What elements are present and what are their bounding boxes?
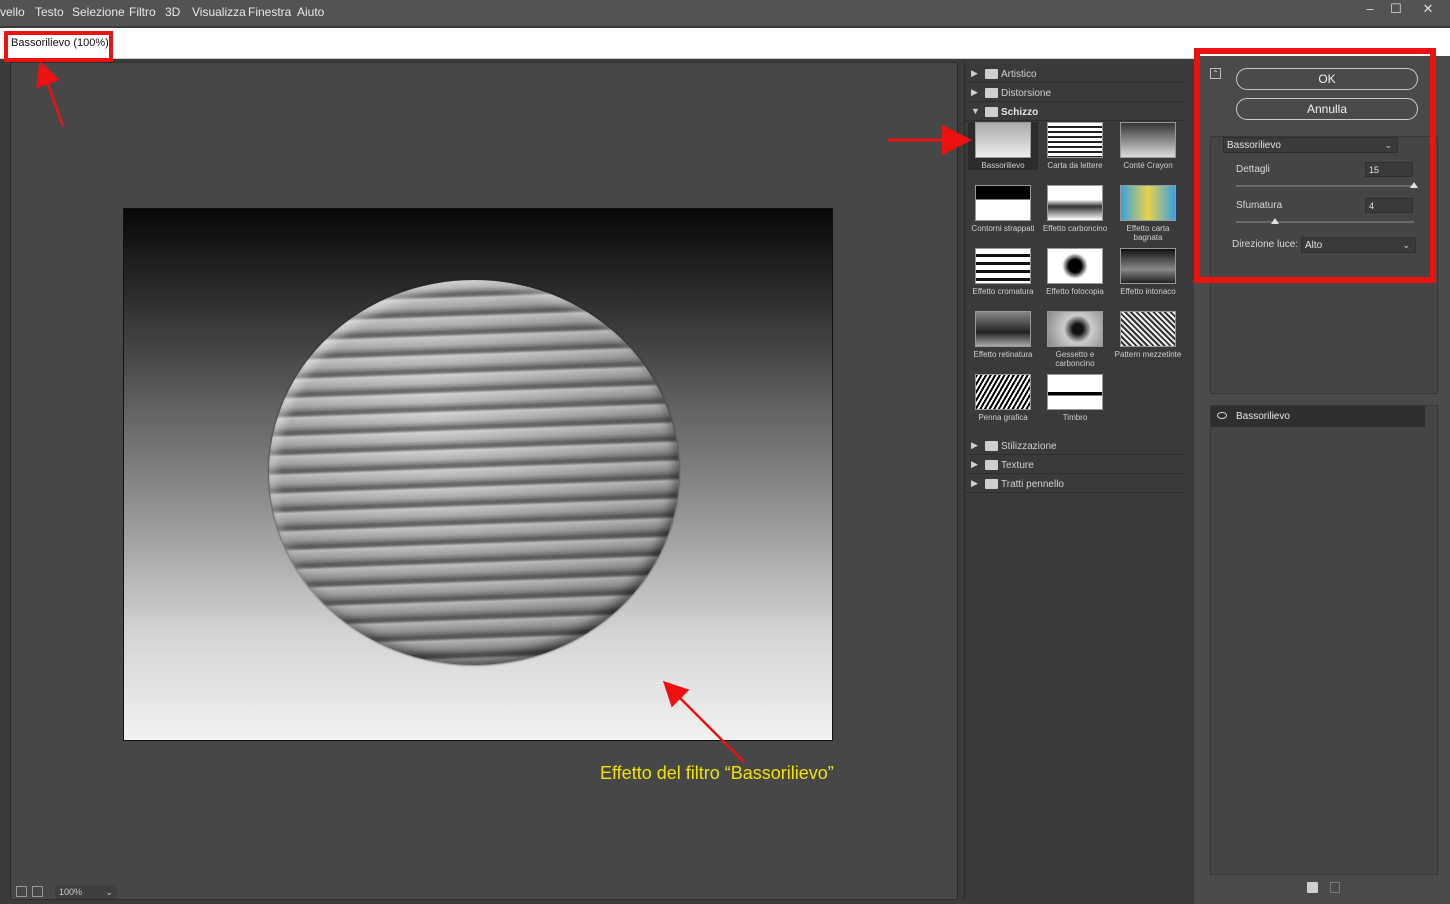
annotation-caption: Effetto del filtro “Bassorilievo” [600,763,834,783]
arrow-to-preview [662,680,745,763]
arrow-to-title [36,60,65,127]
